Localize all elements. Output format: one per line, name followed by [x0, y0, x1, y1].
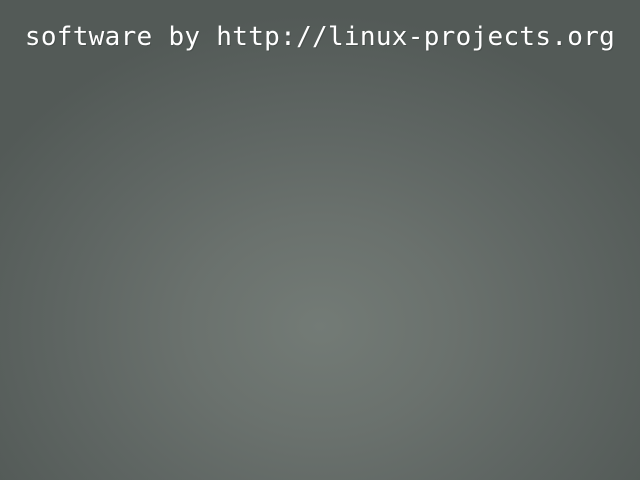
screen-background: software by http://linux-projects.org	[0, 0, 640, 480]
credit-text: software by http://linux-projects.org	[24, 22, 616, 52]
